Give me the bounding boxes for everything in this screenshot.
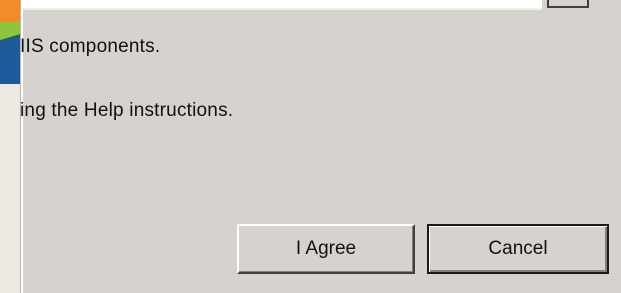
info-text-line-1: IIS components. [20, 36, 161, 57]
license-dialog: IIS components. ing the Help instruction… [0, 0, 621, 293]
info-text-line-2: ing the Help instructions. [20, 100, 234, 121]
i-agree-button[interactable]: I Agree [237, 224, 415, 274]
cancel-button[interactable]: Cancel [427, 224, 609, 274]
license-text-area[interactable] [22, 0, 542, 10]
product-logo-graphic [0, 0, 20, 84]
setup-banner [0, 0, 20, 293]
scrollbar-down-button[interactable] [547, 0, 589, 8]
